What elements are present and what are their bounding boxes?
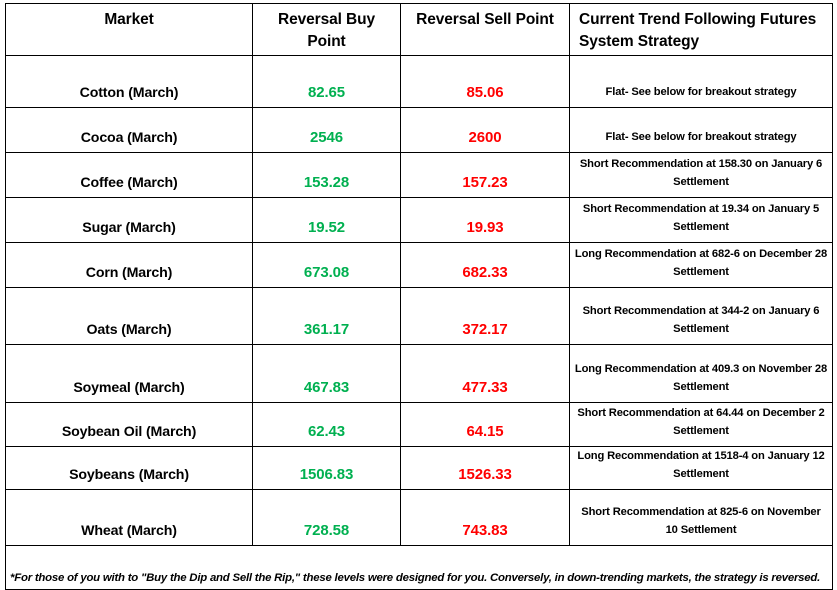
table-row: Soybeans (March) 1506.83 1526.33 Long Recom…: [5, 445, 833, 491]
cell-reversal-sell-point: 682.33: [400, 242, 570, 288]
cell-reversal-sell-point: 372.17: [400, 287, 570, 345]
table-row: Soymeal (March) 467.83 477.33 Long Recommen…: [5, 344, 833, 403]
table-row: Sugar (March) 19.52 19.93 Short Recommendat…: [5, 197, 833, 243]
column-header-reversal-buy-point: Reversal Buy Point: [252, 3, 401, 56]
cell-reversal-buy-point: 467.83: [252, 344, 401, 403]
cell-reversal-sell-point: 477.33: [400, 344, 570, 403]
cell-market: Coffee (March): [5, 152, 253, 198]
spreadsheet-canvas: Market Reversal Buy Point Reversal Sell …: [0, 0, 837, 590]
cell-market: Wheat (March): [5, 489, 253, 547]
cell-trend-strategy: Long Recommendation at 409.3 on November…: [569, 344, 833, 403]
cell-reversal-sell-point: 85.06: [400, 55, 570, 108]
cell-reversal-buy-point: 1506.83: [252, 445, 401, 491]
table-body: Cotton (March) 82.65 85.06 Flat- See below …: [5, 55, 833, 547]
cell-market: Corn (March): [5, 242, 253, 288]
futures-reversal-levels-table: Market Reversal Buy Point Reversal Sell …: [5, 3, 833, 590]
cell-trend-strategy: Short Recommendation at 158.30 on Januar…: [569, 152, 833, 198]
cell-reversal-buy-point: 153.28: [252, 152, 401, 198]
cell-market: Oats (March): [5, 287, 253, 345]
table-row: Corn (March) 673.08 682.33 Long Recommendat…: [5, 242, 833, 288]
table-row: Wheat (March) 728.58 743.83 Short Recommend…: [5, 489, 833, 547]
table-header: Market Reversal Buy Point Reversal Sell …: [5, 3, 833, 56]
table-row: Cotton (March) 82.65 85.06 Flat- See below …: [5, 55, 833, 108]
cell-market: Cotton (March): [5, 55, 253, 108]
cell-reversal-sell-point: 2600: [400, 107, 570, 153]
table-footer: *For those of you with to "Buy the Dip a…: [5, 545, 833, 590]
cell-trend-strategy: Short Recommendation at 825-6 on Novembe…: [569, 489, 833, 547]
cell-reversal-buy-point: 728.58: [252, 489, 401, 547]
cell-market: Soybean Oil (March): [5, 402, 253, 447]
cell-trend-strategy: Short Recommendation at 19.34 on January…: [569, 197, 833, 243]
cell-reversal-buy-point: 673.08: [252, 242, 401, 288]
footnote-text: *For those of you with to "Buy the Dip a…: [5, 545, 833, 590]
cell-trend-strategy: Flat- See below for breakout strategy: [569, 107, 833, 153]
cell-reversal-buy-point: 361.17: [252, 287, 401, 345]
cell-market: Soybeans (March): [5, 445, 253, 491]
cell-market: Sugar (March): [5, 197, 253, 243]
cell-market: Cocoa (March): [5, 107, 253, 153]
cell-reversal-sell-point: 19.93: [400, 197, 570, 243]
column-header-market: Market: [5, 3, 253, 56]
cell-trend-strategy: Long Recommendation at 1518-4 on January…: [569, 445, 833, 491]
cell-reversal-buy-point: 82.65: [252, 55, 401, 108]
cell-reversal-buy-point: 62.43: [252, 402, 401, 447]
cell-reversal-sell-point: 157.23: [400, 152, 570, 198]
footnote-row: *For those of you with to "Buy the Dip a…: [5, 545, 833, 590]
table-row: Soybean Oil (March) 62.43 64.15 Short Recom…: [5, 402, 833, 447]
cell-reversal-sell-point: 64.15: [400, 402, 570, 447]
cell-trend-strategy: Flat- See below for breakout strategy: [569, 55, 833, 108]
header-row: Market Reversal Buy Point Reversal Sell …: [5, 3, 833, 56]
cell-trend-strategy: Short Recommendation at 64.44 on Decembe…: [569, 402, 833, 447]
column-header-reversal-sell-point: Reversal Sell Point: [400, 3, 570, 56]
column-header-current-trend-strategy: Current Trend Following Futures System S…: [569, 3, 833, 56]
cell-reversal-sell-point: 743.83: [400, 489, 570, 547]
cell-trend-strategy: Long Recommendation at 682-6 on December…: [569, 242, 833, 288]
cell-market: Soymeal (March): [5, 344, 253, 403]
cell-reversal-buy-point: 2546: [252, 107, 401, 153]
table-row: Cocoa (March) 2546 2600 Flat- See below for…: [5, 107, 833, 153]
cell-trend-strategy: Short Recommendation at 344-2 on January…: [569, 287, 833, 345]
table-row: Oats (March) 361.17 372.17 Short Recommenda…: [5, 287, 833, 345]
cell-reversal-sell-point: 1526.33: [400, 445, 570, 491]
table-row: Coffee (March) 153.28 157.23 Short Recommen…: [5, 152, 833, 198]
cell-reversal-buy-point: 19.52: [252, 197, 401, 243]
